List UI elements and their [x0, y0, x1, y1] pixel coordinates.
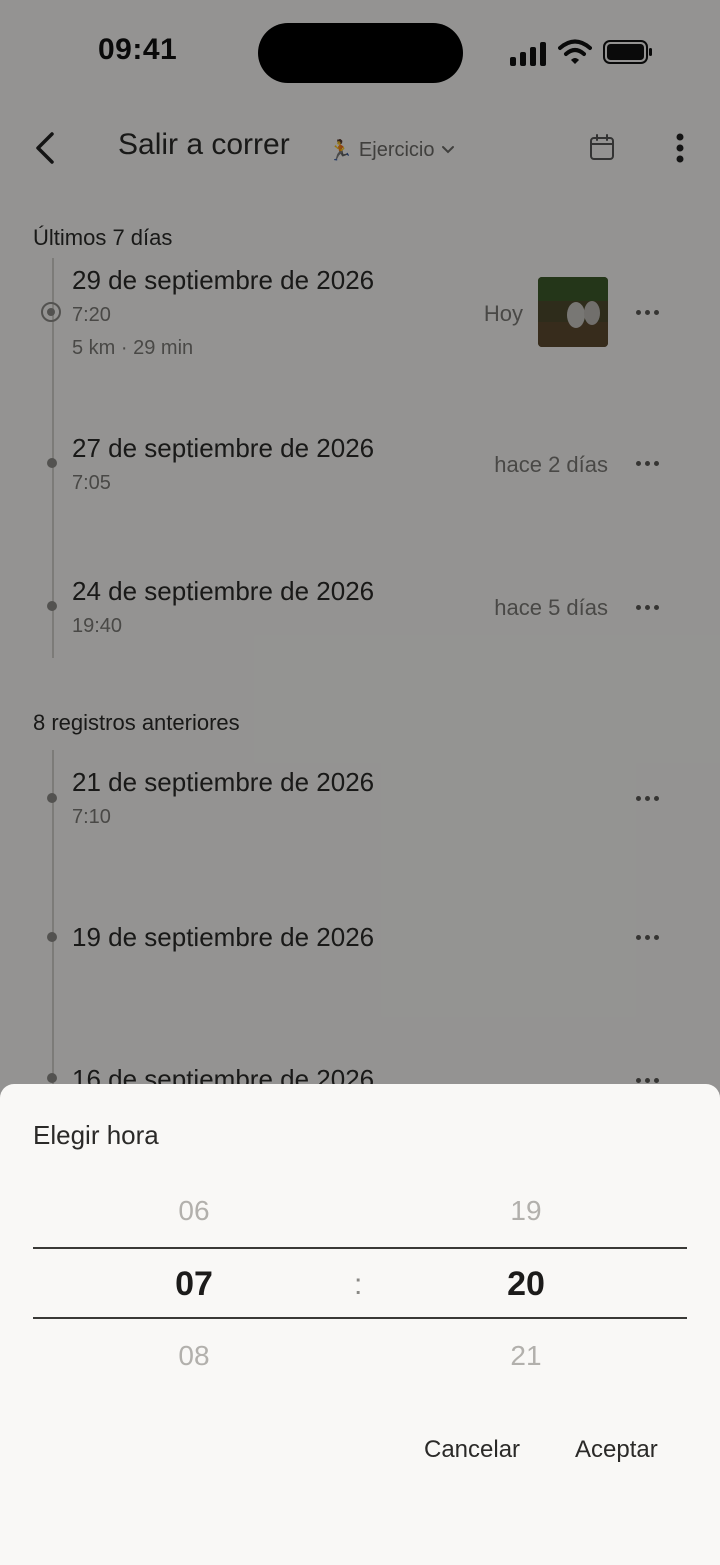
- hour-option[interactable]: 06: [134, 1195, 254, 1227]
- selection-divider-top: [33, 1247, 687, 1249]
- time-picker-sheet: [0, 1084, 720, 1565]
- minute-option[interactable]: 21: [466, 1340, 586, 1372]
- minute-selected[interactable]: 20: [466, 1265, 586, 1304]
- cancel-button[interactable]: Cancelar: [424, 1436, 520, 1464]
- hour-selected[interactable]: 07: [134, 1265, 254, 1304]
- accept-button[interactable]: Aceptar: [575, 1436, 658, 1464]
- hour-option[interactable]: 08: [134, 1340, 254, 1372]
- selection-divider-bottom: [33, 1317, 687, 1319]
- sheet-title: Elegir hora: [33, 1120, 159, 1150]
- time-separator: :: [354, 1268, 363, 1301]
- minute-option[interactable]: 19: [466, 1195, 586, 1227]
